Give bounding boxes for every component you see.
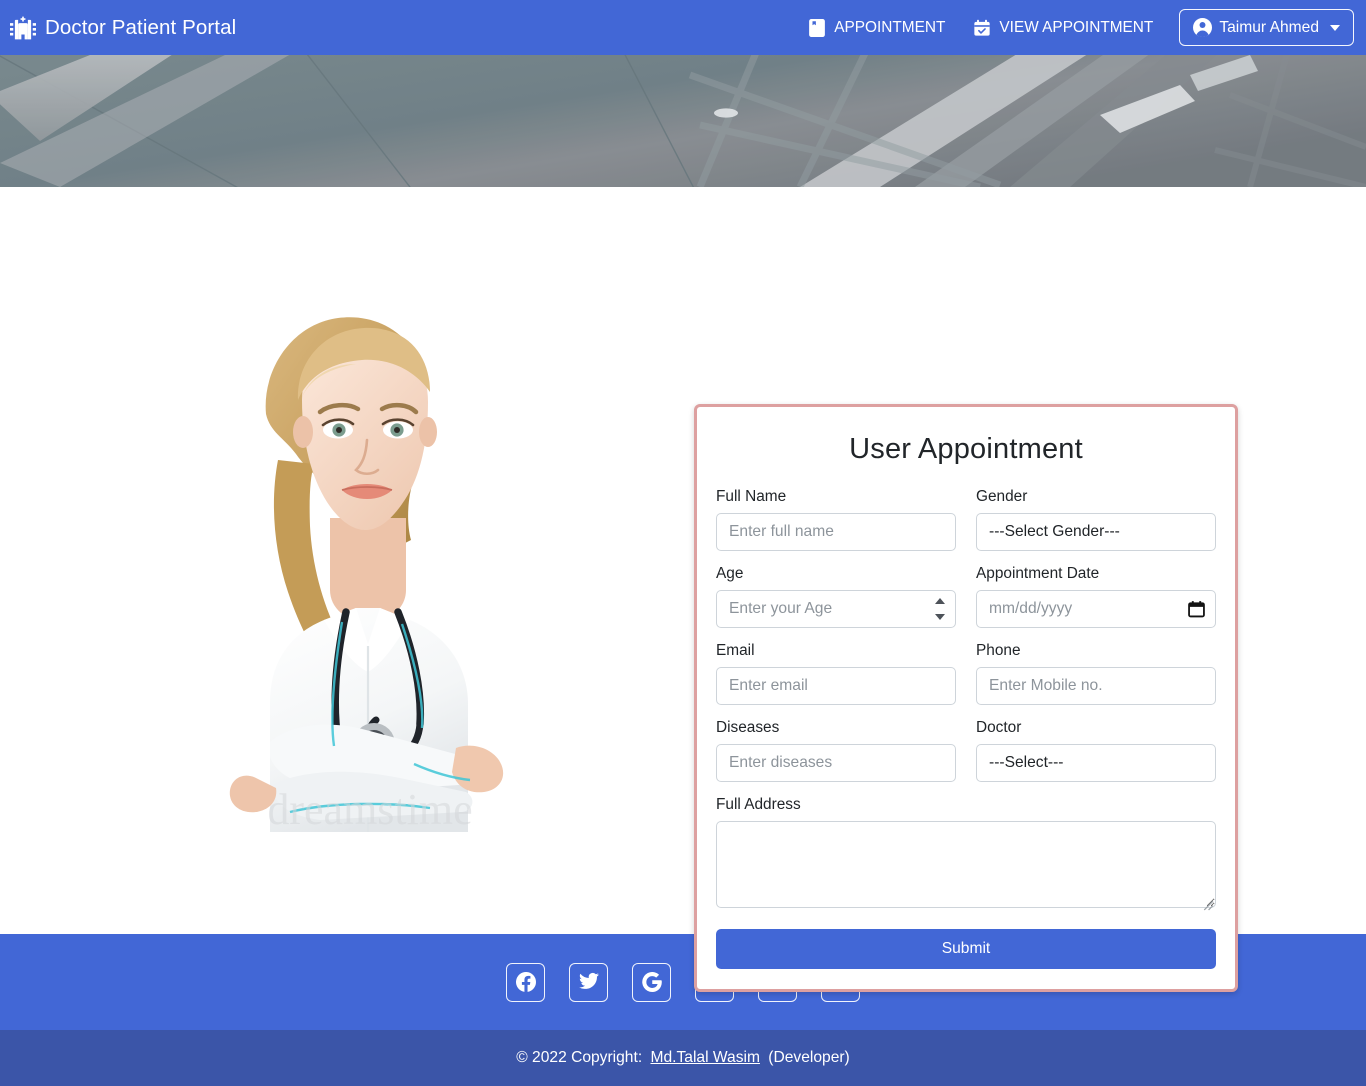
doctor-image: dreamstime [170, 272, 570, 832]
label-full-address: Full Address [716, 796, 801, 813]
phone-input[interactable] [976, 667, 1216, 705]
field-group-diseases: Diseases [716, 719, 956, 782]
label-full-name: Full Name [716, 488, 787, 505]
navbar-right: APPOINTMENT VIEW APPOINTMENT Taimur Ahme… [794, 9, 1354, 46]
developer-link[interactable]: Md.Talal Wasim [650, 1049, 759, 1067]
footer-copyright-bar: © 2022 Copyright: Md.Talal Wasim (Develo… [0, 1030, 1366, 1086]
appointment-form-card: User Appointment Full Name Gender ---Sel… [694, 404, 1238, 992]
nav-link-view-appointment[interactable]: VIEW APPOINTMENT [959, 11, 1167, 45]
label-diseases: Diseases [716, 719, 780, 736]
calendar-check-icon [973, 19, 991, 37]
field-group-full-name: Full Name [716, 488, 956, 551]
label-doctor: Doctor [976, 719, 1022, 736]
navbar: Doctor Patient Portal APPOINTMENT VIEW A… [0, 0, 1366, 55]
brand-label: Doctor Patient Portal [45, 15, 237, 39]
label-gender: Gender [976, 488, 1028, 505]
submit-button[interactable]: Submit [716, 929, 1216, 969]
doctor-select[interactable]: ---Select--- [976, 744, 1216, 782]
hospital-icon [10, 15, 36, 41]
full-name-input[interactable] [716, 513, 956, 551]
field-group-gender: Gender ---Select Gender--- [976, 488, 1216, 551]
field-group-doctor: Doctor ---Select--- [976, 719, 1216, 782]
social-link-twitter[interactable] [569, 962, 608, 1002]
user-menu-button[interactable]: Taimur Ahmed [1179, 9, 1354, 46]
field-group-email: Email [716, 642, 956, 705]
social-link-google[interactable] [632, 962, 671, 1002]
chevron-down-icon [1330, 24, 1340, 31]
facebook-icon [515, 972, 536, 992]
copyright-suffix: (Developer) [763, 1049, 850, 1066]
copyright-prefix: © 2022 Copyright: [516, 1049, 647, 1066]
form-row-4: Diseases Doctor ---Select--- [716, 719, 1216, 782]
stepper-down-icon[interactable] [934, 614, 945, 620]
email-input[interactable] [716, 667, 956, 705]
field-group-full-address: Full Address [716, 796, 1216, 913]
stepper-up-icon[interactable] [934, 598, 945, 604]
nav-link-view-appointment-label: VIEW APPOINTMENT [999, 18, 1154, 36]
field-group-age: Age [716, 565, 956, 628]
label-phone: Phone [976, 642, 1021, 659]
person-circle-icon [1193, 18, 1213, 38]
main-content: dreamstime User Appointment Full Name Ge… [0, 187, 1366, 992]
field-group-appointment-date: Appointment Date mm/dd/yyyy [976, 565, 1216, 628]
image-watermark: dreamstime [267, 785, 472, 832]
calendar-icon[interactable] [1188, 601, 1205, 618]
label-age: Age [716, 565, 744, 582]
form-row-3: Email Phone [716, 642, 1216, 705]
nav-link-appointment-label: APPOINTMENT [834, 18, 946, 36]
journal-icon [808, 18, 826, 37]
nav-link-appointment[interactable]: APPOINTMENT [794, 11, 959, 45]
label-email: Email [716, 642, 755, 659]
page-title: User Appointment [849, 433, 1083, 465]
brand-link[interactable]: Doctor Patient Portal [10, 15, 236, 41]
social-link-facebook[interactable] [506, 962, 545, 1002]
field-group-phone: Phone [976, 642, 1216, 705]
hero-banner [0, 55, 1366, 187]
appointment-date-input[interactable]: mm/dd/yyyy [976, 590, 1216, 628]
form-row-2: Age Appointment Date mm/dd/yyyy [716, 565, 1216, 628]
gender-select[interactable]: ---Select Gender--- [976, 513, 1216, 551]
user-menu-label: Taimur Ahmed [1219, 18, 1319, 36]
diseases-input[interactable] [716, 744, 956, 782]
twitter-icon [578, 972, 599, 992]
resize-handle-icon[interactable] [1201, 898, 1214, 911]
age-stepper[interactable] [933, 598, 946, 620]
full-address-textarea[interactable] [716, 821, 1216, 908]
google-icon [641, 972, 662, 992]
label-appointment-date: Appointment Date [976, 565, 1100, 582]
age-input[interactable] [716, 590, 956, 628]
form-row-1: Full Name Gender ---Select Gender--- [716, 488, 1216, 551]
